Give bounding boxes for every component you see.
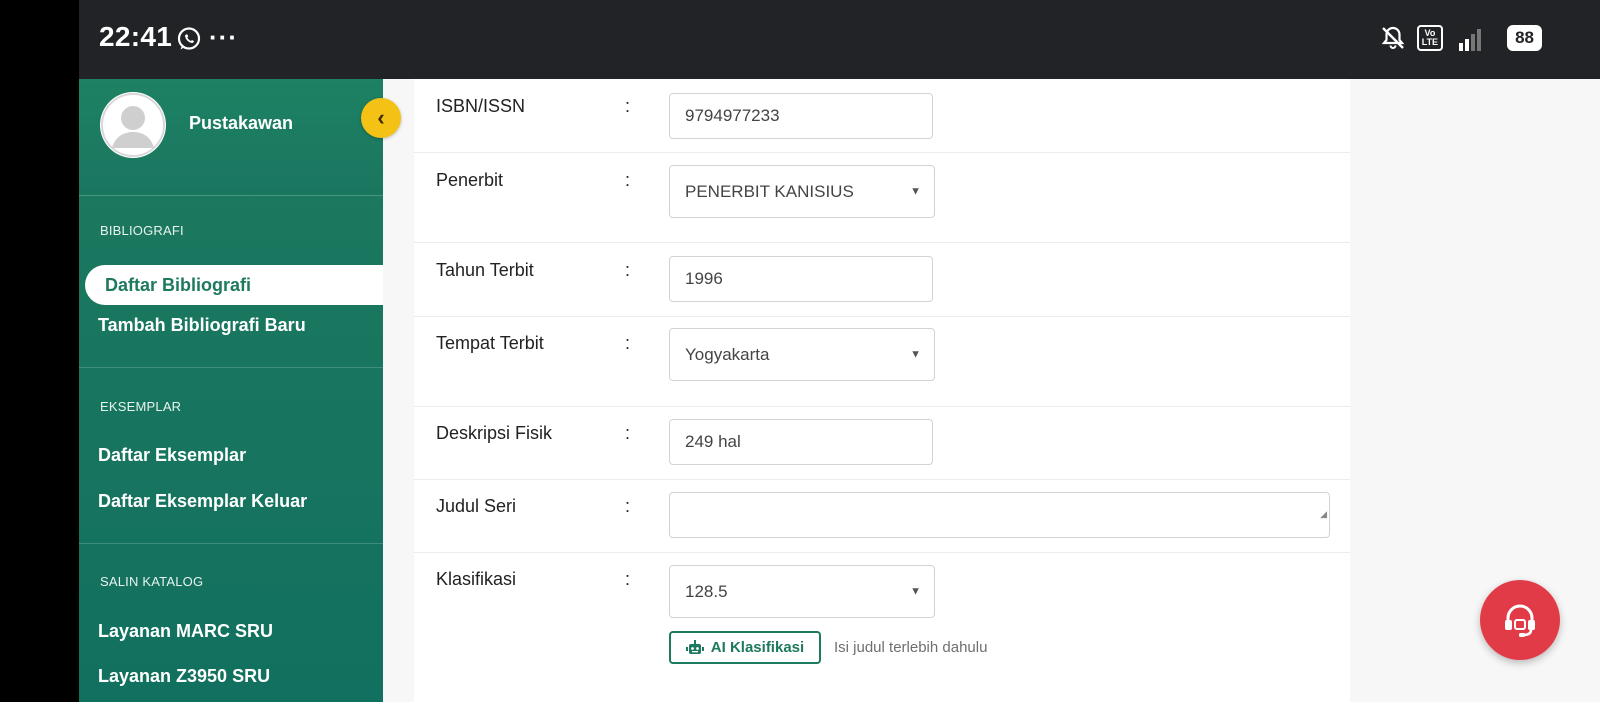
sidebar-item-marc-sru[interactable]: Layanan MARC SRU bbox=[98, 621, 273, 642]
status-time: 22:41 bbox=[99, 21, 173, 52]
sidebar-collapse-button[interactable]: ‹ bbox=[361, 98, 401, 138]
penerbit-select[interactable]: PENERBIT KANISIUS ▼ bbox=[669, 165, 935, 218]
penerbit-label: Penerbit bbox=[436, 170, 504, 190]
signal-4g-icon: 4G+ bbox=[1453, 21, 1497, 51]
app-screen: 22:41 ··· Vo LTE 4G+ 88 Pustakawan BIBLI… bbox=[79, 0, 1600, 702]
tempat-label: Tempat Terbit bbox=[436, 333, 544, 353]
battery-icon: 88 bbox=[1507, 25, 1542, 51]
form-row-isbn: ISBN/ISSN : 9794977233 bbox=[414, 79, 1350, 153]
whatsapp-icon bbox=[177, 27, 201, 50]
mute-bell-icon bbox=[1381, 26, 1405, 49]
bibliography-form: ISBN/ISSN : 9794977233 Penerbit : PENERB… bbox=[414, 79, 1350, 702]
section-title-eksemplar: EKSEMPLAR bbox=[100, 399, 182, 414]
form-row-klasifikasi: Klasifikasi : 128.5 ▼ bbox=[414, 552, 1350, 702]
form-row-deskripsi: Deskripsi Fisik : 249 hal bbox=[414, 406, 1350, 480]
sidebar-divider bbox=[79, 367, 383, 368]
sidebar-divider bbox=[79, 543, 383, 544]
main-content: ISBN/ISSN : 9794977233 Penerbit : PENERB… bbox=[383, 79, 1600, 702]
volte-icon: Vo LTE bbox=[1416, 25, 1444, 51]
ai-hint-text: Isi judul terlebih dahulu bbox=[834, 639, 988, 656]
isbn-label: ISBN/ISSN bbox=[436, 96, 526, 116]
ai-klasifikasi-button[interactable]: AI Klasifikasi bbox=[669, 631, 821, 664]
tahun-input[interactable]: 1996 bbox=[669, 256, 933, 302]
support-chat-button[interactable] bbox=[1480, 580, 1560, 660]
form-row-judul-seri: Judul Seri : ◢ bbox=[414, 479, 1350, 553]
sidebar-item-tambah-bibliografi[interactable]: Tambah Bibliografi Baru bbox=[98, 315, 306, 336]
headset-icon bbox=[1505, 604, 1535, 637]
judul-seri-label: Judul Seri bbox=[436, 496, 517, 516]
judul-seri-textarea[interactable]: ◢ bbox=[669, 492, 1330, 538]
user-silhouette-icon bbox=[101, 93, 165, 157]
section-title-salin-katalog: SALIN KATALOG bbox=[100, 574, 204, 589]
resize-handle-icon[interactable]: ◢ bbox=[1320, 492, 1327, 536]
section-title-bibliografi: BIBLIOGRAFI bbox=[100, 223, 184, 238]
tahun-label: Tahun Terbit bbox=[436, 260, 534, 280]
dropdown-arrow-icon: ▼ bbox=[910, 348, 921, 360]
sidebar-item-daftar-eksemplar-keluar[interactable]: Daftar Eksemplar Keluar bbox=[98, 491, 307, 512]
avatar[interactable] bbox=[100, 92, 166, 158]
sidebar-item-z3950-sru[interactable]: Layanan Z3950 SRU bbox=[98, 666, 270, 687]
user-name: Pustakawan bbox=[189, 113, 294, 133]
sidebar-item-daftar-bibliografi[interactable]: Daftar Bibliografi bbox=[85, 265, 385, 305]
more-dots-icon: ··· bbox=[209, 22, 238, 52]
isbn-input[interactable]: 9794977233 bbox=[669, 93, 933, 139]
form-row-penerbit: Penerbit : PENERBIT KANISIUS ▼ bbox=[414, 152, 1350, 243]
deskripsi-input[interactable]: 249 hal bbox=[669, 419, 933, 465]
profile-header: Pustakawan bbox=[79, 79, 383, 196]
sidebar: Pustakawan BIBLIOGRAFI Daftar Bibliograf… bbox=[79, 79, 385, 702]
robot-icon bbox=[685, 639, 704, 654]
chevron-left-icon: ‹ bbox=[377, 105, 385, 130]
klasifikasi-label: Klasifikasi bbox=[436, 569, 517, 589]
form-row-tahun: Tahun Terbit : 1996 bbox=[414, 242, 1350, 317]
form-row-tempat: Tempat Terbit : Yogyakarta ▼ bbox=[414, 316, 1350, 407]
dropdown-arrow-icon: ▼ bbox=[910, 185, 921, 197]
sidebar-item-daftar-eksemplar[interactable]: Daftar Eksemplar bbox=[98, 445, 246, 466]
status-icons: Vo LTE 4G+ 88 bbox=[1379, 21, 1542, 52]
deskripsi-label: Deskripsi Fisik bbox=[436, 423, 553, 443]
tempat-select[interactable]: Yogyakarta ▼ bbox=[669, 328, 935, 381]
status-bar: 22:41 ··· Vo LTE 4G+ 88 bbox=[79, 0, 1600, 79]
dropdown-arrow-icon: ▼ bbox=[910, 585, 921, 597]
klasifikasi-select[interactable]: 128.5 ▼ bbox=[669, 565, 935, 618]
